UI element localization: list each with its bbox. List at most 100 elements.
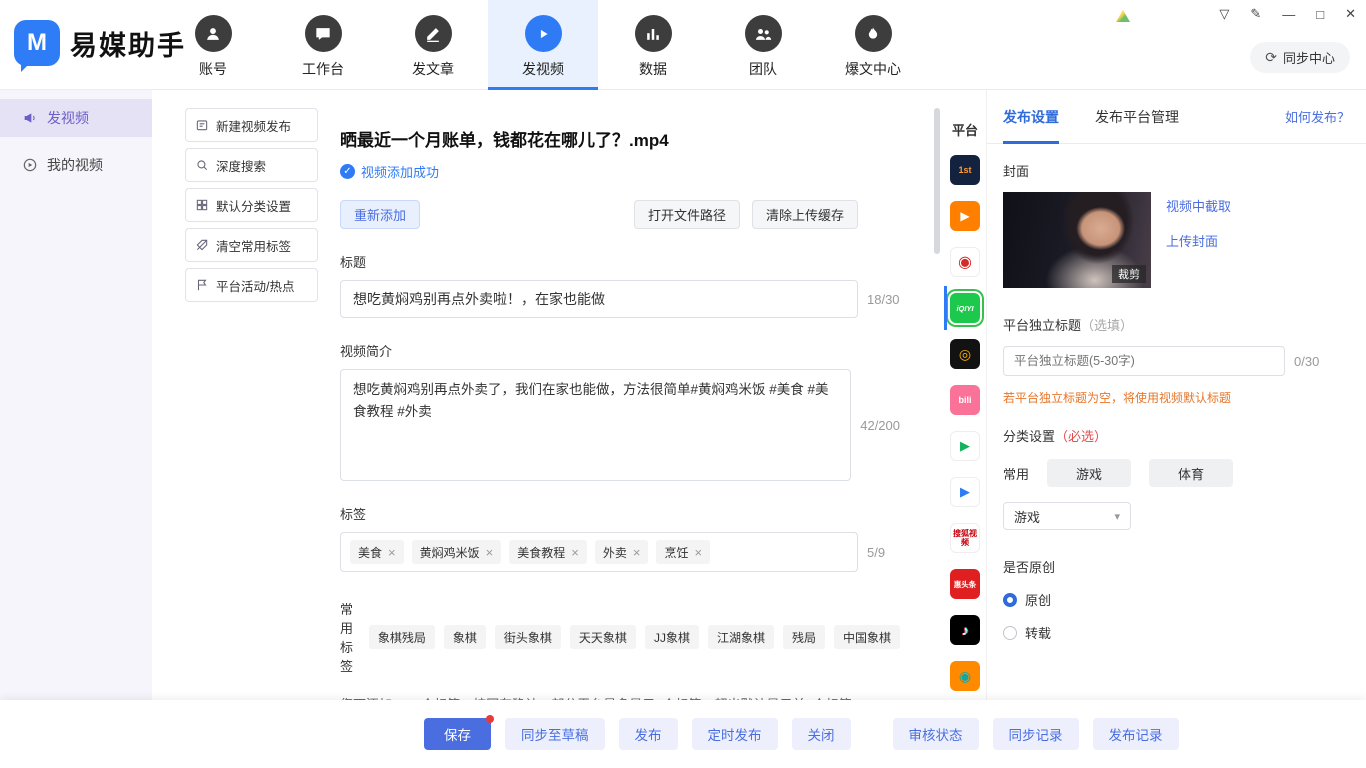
platform-fengxing-icon[interactable]: ◉ [950, 247, 980, 277]
capture-from-video-link[interactable]: 视频中截取 [1166, 196, 1231, 215]
radio-selected-icon[interactable] [1003, 593, 1017, 607]
nav-data[interactable]: 数据 [598, 0, 708, 90]
deep-search-button[interactable]: 深度搜索 [185, 148, 318, 182]
platform-tencent-video-icon[interactable]: ▶ [950, 431, 980, 461]
open-file-path-button[interactable]: 打开文件路径 [634, 200, 740, 229]
nav-publish-article[interactable]: 发文章 [378, 0, 488, 90]
platform-qie-icon[interactable]: ◉ [950, 661, 980, 691]
search-icon [195, 158, 209, 172]
default-category-settings-label: 默认分类设置 [216, 196, 291, 215]
nav-account[interactable]: 账号 [158, 0, 268, 90]
platform-bilibili-icon[interactable]: bili [950, 385, 980, 415]
common-tag-chip[interactable]: 象棋 [444, 625, 486, 649]
common-tag-chip[interactable]: 残局 [783, 625, 825, 649]
category-select[interactable]: 游戏 ▾ [1003, 502, 1131, 530]
nav-workbench[interactable]: 工作台 [268, 0, 378, 90]
clear-common-tags-label: 清空常用标签 [216, 236, 291, 255]
cover-thumbnail[interactable]: 裁剪 [1003, 192, 1151, 288]
close-button[interactable]: 关闭 [792, 718, 851, 750]
description-char-counter: 42/200 [860, 418, 900, 433]
sidebar-item-publish-video-label: 发视频 [47, 108, 89, 128]
video-description-textarea[interactable]: 想吃黄焖鸡别再点外卖了，我们在家也能做，方法很简单#黄焖鸡米饭 #美食 #美食教… [340, 369, 851, 481]
common-tag-chip[interactable]: 街头象棋 [495, 625, 561, 649]
clear-upload-cache-button[interactable]: 清除上传缓存 [752, 200, 858, 229]
common-tag-chip[interactable]: 江湖象棋 [708, 625, 774, 649]
platform-huitoutiao-icon[interactable]: 惠头条 [950, 569, 980, 599]
remove-tag-icon[interactable]: × [694, 545, 702, 560]
window-minimize-icon[interactable]: — [1282, 7, 1295, 22]
account-icon [195, 15, 232, 52]
remove-tag-icon[interactable]: × [388, 545, 396, 560]
radio-original[interactable]: 原创 [1003, 590, 1350, 609]
new-video-publish-button[interactable]: 新建视频发布 [185, 108, 318, 142]
common-tag-chip[interactable]: 中国象棋 [834, 625, 900, 649]
sidebar-item-my-videos[interactable]: 我的视频 [0, 146, 152, 184]
crop-badge[interactable]: 裁剪 [1112, 265, 1146, 283]
upload-cover-link[interactable]: 上传封面 [1166, 231, 1231, 250]
platform-haokan-icon[interactable]: ▶ [950, 477, 980, 507]
category-game-button[interactable]: 游戏 [1047, 459, 1131, 487]
platform-heikan-icon[interactable]: ◎ [950, 339, 980, 369]
header: M 易媒助手 账号 工作台 发文章 [0, 0, 1366, 90]
platform-kuaishou-icon[interactable]: ▶ [950, 201, 980, 231]
tag-off-icon [195, 238, 209, 252]
platform-douyin-icon[interactable]: ♪ [950, 615, 980, 645]
remove-tag-icon[interactable]: × [633, 545, 641, 560]
window-dropdown-icon[interactable]: ▽ [1219, 6, 1229, 22]
video-title-input[interactable] [340, 280, 858, 318]
window-maximize-icon[interactable]: □ [1316, 7, 1324, 22]
publish-record-button[interactable]: 发布记录 [1093, 718, 1179, 750]
sync-to-draft-button[interactable]: 同步至草稿 [505, 718, 605, 750]
nav-publish-article-label: 发文章 [412, 59, 454, 79]
tag-chip: 外卖× [595, 540, 649, 564]
how-to-publish-link[interactable]: 如何发布？ [1285, 107, 1350, 126]
sync-center-button[interactable]: ⟳ 同步中心 [1250, 42, 1350, 73]
remove-tag-icon[interactable]: × [486, 545, 494, 560]
radio-repost[interactable]: 转载 [1003, 623, 1350, 642]
review-status-button[interactable]: 审核状态 [893, 718, 979, 750]
optional-hint: （选填） [1081, 318, 1133, 333]
platform-activity-button[interactable]: 平台活动/热点 [185, 268, 318, 302]
default-category-settings-button[interactable]: 默认分类设置 [185, 188, 318, 222]
save-button[interactable]: 保存 [424, 718, 491, 750]
readd-video-button[interactable]: 重新添加 [340, 200, 420, 229]
category-sports-button[interactable]: 体育 [1149, 459, 1233, 487]
platform-iqiyi-icon[interactable]: iQIYI [950, 293, 980, 323]
nav-hot-center[interactable]: 爆文中心 [818, 0, 928, 90]
tab-platform-manage[interactable]: 发布平台管理 [1095, 90, 1179, 144]
tray-plugin-icon[interactable] [1116, 10, 1130, 22]
selected-platform-indicator [944, 286, 947, 330]
common-tag-chip[interactable]: JJ象棋 [645, 625, 699, 649]
remove-tag-icon[interactable]: × [571, 545, 579, 560]
tab-publish-settings[interactable]: 发布设置 [1003, 90, 1059, 144]
sync-record-button[interactable]: 同步记录 [993, 718, 1079, 750]
common-tag-chip[interactable]: 天天象棋 [570, 625, 636, 649]
scheduled-publish-button[interactable]: 定时发布 [692, 718, 778, 750]
tag-text: 美食教程 [517, 544, 565, 561]
platform-yidianzixun-icon[interactable]: 1st [950, 155, 980, 185]
common-categories-row: 常用 游戏 体育 [1003, 459, 1350, 487]
file-action-row: 重新添加 打开文件路径 清除上传缓存 [340, 200, 858, 229]
nav-publish-video[interactable]: 发视频 [488, 0, 598, 90]
tags-input-box[interactable]: 美食× 黄焖鸡米饭× 美食教程× 外卖× 烹饪× [340, 532, 858, 572]
nav-team[interactable]: 团队 [708, 0, 818, 90]
independent-title-input[interactable] [1003, 346, 1285, 376]
vertical-scrollbar[interactable] [934, 108, 940, 254]
cover-row: 裁剪 视频中截取 上传封面 [1003, 192, 1350, 288]
platform-strip-label: 平台 [944, 120, 986, 139]
category-settings-label: 分类设置（必选） [1003, 426, 1350, 445]
common-tag-chip[interactable]: 象棋残局 [369, 625, 435, 649]
article-icon [415, 15, 452, 52]
play-circle-icon [22, 157, 38, 173]
video-file-title: 晒最近一个月账单，钱都花在哪儿了？.mp4 [340, 126, 900, 151]
cover-links: 视频中截取 上传封面 [1166, 192, 1231, 288]
window-close-icon[interactable]: ✕ [1345, 6, 1356, 22]
publish-button[interactable]: 发布 [619, 718, 678, 750]
clear-common-tags-button[interactable]: 清空常用标签 [185, 228, 318, 262]
radio-unselected-icon[interactable] [1003, 626, 1017, 640]
sidebar-item-publish-video[interactable]: 发视频 [0, 99, 152, 137]
platform-sohu-video-icon[interactable]: 搜狐视频 [950, 523, 980, 553]
app-window: M 易媒助手 账号 工作台 发文章 [0, 0, 1366, 768]
window-edit-icon[interactable]: ✎ [1250, 6, 1261, 22]
refresh-icon: ⟳ [1265, 49, 1277, 66]
